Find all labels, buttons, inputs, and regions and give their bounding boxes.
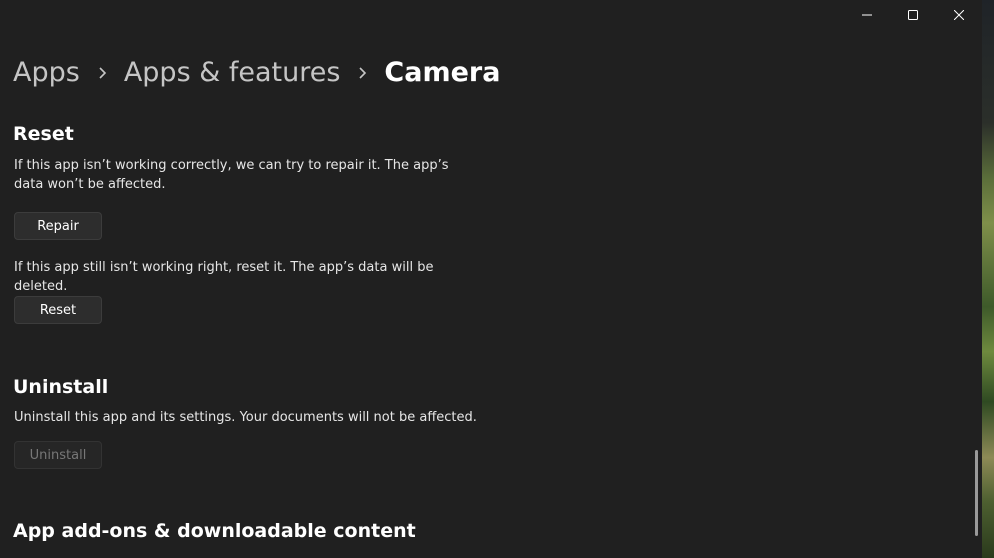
- settings-window: Apps Apps & features Camera Reset If thi…: [0, 0, 982, 558]
- minimize-button[interactable]: [844, 0, 890, 30]
- repair-button[interactable]: Repair: [14, 212, 102, 240]
- addons-section-title: App add-ons & downloadable content: [13, 520, 416, 542]
- minimize-icon: [862, 14, 872, 16]
- repair-description: If this app isn’t working correctly, we …: [14, 158, 449, 192]
- breadcrumb: Apps Apps & features Camera: [13, 55, 500, 91]
- window-controls: [844, 0, 982, 30]
- chevron-right-icon: [80, 66, 124, 80]
- reset-button[interactable]: Reset: [14, 296, 102, 324]
- breadcrumb-item-apps[interactable]: Apps: [13, 55, 80, 91]
- reset-description: If this app still isn’t working right, r…: [14, 260, 434, 294]
- close-button[interactable]: [936, 0, 982, 30]
- uninstall-section-title: Uninstall: [13, 376, 109, 398]
- reset-section-title: Reset: [13, 123, 74, 145]
- vertical-scrollbar[interactable]: [975, 450, 978, 536]
- uninstall-button: Uninstall: [14, 441, 102, 469]
- close-icon: [954, 10, 964, 20]
- breadcrumb-item-camera: Camera: [384, 57, 501, 88]
- maximize-button[interactable]: [890, 0, 936, 30]
- uninstall-description: Uninstall this app and its settings. You…: [14, 410, 477, 425]
- chevron-right-icon: [340, 66, 384, 80]
- maximize-icon: [908, 10, 918, 20]
- breadcrumb-item-apps-features[interactable]: Apps & features: [124, 55, 341, 91]
- desktop-wallpaper: [982, 0, 994, 558]
